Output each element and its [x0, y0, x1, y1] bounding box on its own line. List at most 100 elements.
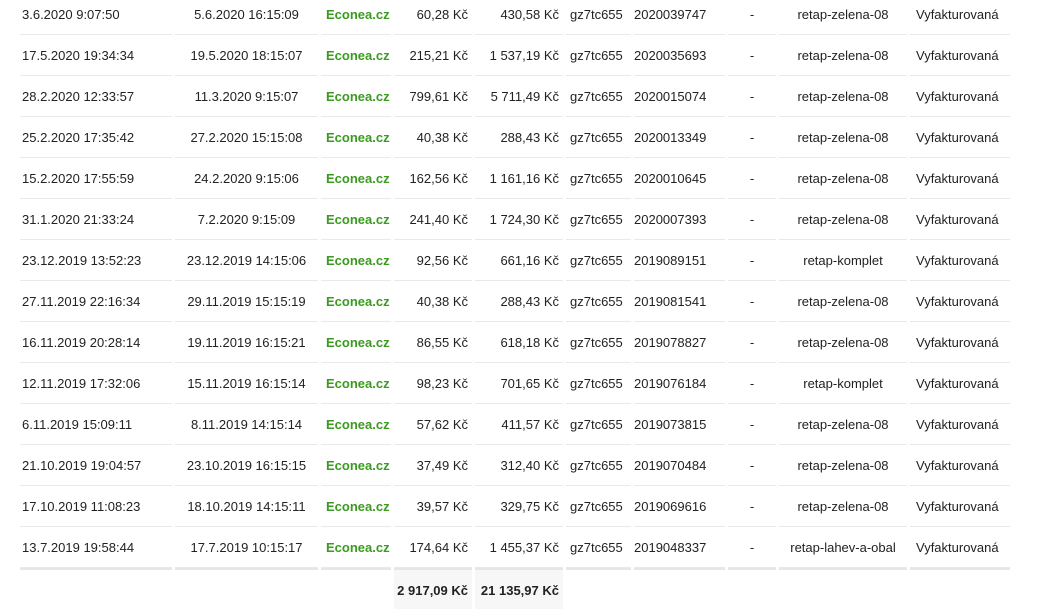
- commission-cell: 57,62 Kč: [394, 404, 472, 445]
- commission-cell: 162,56 Kč: [394, 158, 472, 199]
- table-body: 3.6.2020 9:07:50 5.6.2020 16:15:09 Econea.…: [20, 0, 1010, 568]
- campaign-cell: retap-zelena-08: [779, 281, 907, 322]
- approved-date-cell: 5.6.2020 16:15:09: [175, 0, 318, 35]
- affiliate-code-cell: gz7tc655: [566, 158, 631, 199]
- totals-empty-cell: [321, 568, 391, 609]
- note-cell: -: [728, 404, 776, 445]
- price-cell: 329,75 Kč: [475, 486, 563, 527]
- price-cell: 288,43 Kč: [475, 117, 563, 158]
- commission-cell: 98,23 Kč: [394, 363, 472, 404]
- approved-date-cell: 17.7.2019 10:15:17: [175, 527, 318, 568]
- price-cell: 5 711,49 Kč: [475, 76, 563, 117]
- status-cell: Vyfakturovaná: [910, 35, 1010, 76]
- affiliate-code-cell: gz7tc655: [566, 527, 631, 568]
- campaign-cell: retap-zelena-08: [779, 117, 907, 158]
- status-cell: Vyfakturovaná: [910, 363, 1010, 404]
- table-row: 25.2.2020 17:35:42 27.2.2020 15:15:08 Econ…: [20, 117, 1010, 158]
- approved-date-cell: 8.11.2019 14:15:14: [175, 404, 318, 445]
- commission-cell: 241,40 Kč: [394, 199, 472, 240]
- approved-date-cell: 19.5.2020 18:15:07: [175, 35, 318, 76]
- created-date-cell: 17.5.2020 19:34:34: [20, 35, 172, 76]
- campaign-cell: retap-zelena-08: [779, 486, 907, 527]
- campaign-cell: retap-komplet: [779, 240, 907, 281]
- created-date-cell: 27.11.2019 22:16:34: [20, 281, 172, 322]
- partner-cell: Econea.cz: [321, 158, 391, 199]
- commission-cell: 60,28 Kč: [394, 0, 472, 35]
- created-date-cell: 17.10.2019 11:08:23: [20, 486, 172, 527]
- commission-cell: 799,61 Kč: [394, 76, 472, 117]
- totals-empty-cell: [634, 568, 725, 609]
- partner-cell: Econea.cz: [321, 527, 391, 568]
- note-cell: -: [728, 158, 776, 199]
- note-cell: -: [728, 363, 776, 404]
- status-cell: Vyfakturovaná: [910, 199, 1010, 240]
- table-row: 17.10.2019 11:08:23 18.10.2019 14:15:11 Ec…: [20, 486, 1010, 527]
- commission-cell: 215,21 Kč: [394, 35, 472, 76]
- order-number-cell: 2019070484: [634, 445, 725, 486]
- order-number-cell: 2019069616: [634, 486, 725, 527]
- created-date-cell: 23.12.2019 13:52:23: [20, 240, 172, 281]
- commissions-table: 3.6.2020 9:07:50 5.6.2020 16:15:09 Econea.…: [17, 0, 1013, 609]
- partner-cell: Econea.cz: [321, 322, 391, 363]
- commission-cell: 92,56 Kč: [394, 240, 472, 281]
- price-cell: 430,58 Kč: [475, 0, 563, 35]
- partner-cell: Econea.cz: [321, 0, 391, 35]
- affiliate-code-cell: gz7tc655: [566, 76, 631, 117]
- table-row: 6.11.2019 15:09:11 8.11.2019 14:15:14 Econ…: [20, 404, 1010, 445]
- order-number-cell: 2020013349: [634, 117, 725, 158]
- price-cell: 411,57 Kč: [475, 404, 563, 445]
- table-row: 16.11.2019 20:28:14 19.11.2019 16:15:21 Ec…: [20, 322, 1010, 363]
- affiliate-code-cell: gz7tc655: [566, 281, 631, 322]
- created-date-cell: 28.2.2020 12:33:57: [20, 76, 172, 117]
- totals-row: 2 917,09 Kč 21 135,97 Kč: [20, 568, 1010, 609]
- note-cell: -: [728, 76, 776, 117]
- table-row: 31.1.2020 21:33:24 7.2.2020 9:15:09 Econea…: [20, 199, 1010, 240]
- status-cell: Vyfakturovaná: [910, 322, 1010, 363]
- campaign-cell: retap-zelena-08: [779, 322, 907, 363]
- approved-date-cell: 29.11.2019 15:15:19: [175, 281, 318, 322]
- campaign-cell: retap-zelena-08: [779, 404, 907, 445]
- order-number-cell: 2020039747: [634, 0, 725, 35]
- created-date-cell: 21.10.2019 19:04:57: [20, 445, 172, 486]
- totals-empty-cell: [728, 568, 776, 609]
- note-cell: -: [728, 486, 776, 527]
- status-cell: Vyfakturovaná: [910, 527, 1010, 568]
- commission-cell: 40,38 Kč: [394, 117, 472, 158]
- created-date-cell: 6.11.2019 15:09:11: [20, 404, 172, 445]
- price-cell: 1 724,30 Kč: [475, 199, 563, 240]
- table-row: 15.2.2020 17:55:59 24.2.2020 9:15:06 Econe…: [20, 158, 1010, 199]
- commission-cell: 86,55 Kč: [394, 322, 472, 363]
- note-cell: -: [728, 281, 776, 322]
- status-cell: Vyfakturovaná: [910, 76, 1010, 117]
- partner-cell: Econea.cz: [321, 240, 391, 281]
- affiliate-code-cell: gz7tc655: [566, 35, 631, 76]
- table-row: 21.10.2019 19:04:57 23.10.2019 16:15:15 Ec…: [20, 445, 1010, 486]
- created-date-cell: 16.11.2019 20:28:14: [20, 322, 172, 363]
- campaign-cell: retap-zelena-08: [779, 0, 907, 35]
- campaign-cell: retap-zelena-08: [779, 199, 907, 240]
- status-cell: Vyfakturovaná: [910, 281, 1010, 322]
- created-date-cell: 13.7.2019 19:58:44: [20, 527, 172, 568]
- price-cell: 661,16 Kč: [475, 240, 563, 281]
- affiliate-code-cell: gz7tc655: [566, 322, 631, 363]
- price-cell: 1 455,37 Kč: [475, 527, 563, 568]
- created-date-cell: 25.2.2020 17:35:42: [20, 117, 172, 158]
- campaign-cell: retap-zelena-08: [779, 445, 907, 486]
- commission-cell: 174,64 Kč: [394, 527, 472, 568]
- campaign-cell: retap-zelena-08: [779, 158, 907, 199]
- approved-date-cell: 27.2.2020 15:15:08: [175, 117, 318, 158]
- partner-cell: Econea.cz: [321, 486, 391, 527]
- approved-date-cell: 19.11.2019 16:15:21: [175, 322, 318, 363]
- total-commission: 2 917,09 Kč: [394, 568, 472, 609]
- status-cell: Vyfakturovaná: [910, 240, 1010, 281]
- commission-cell: 39,57 Kč: [394, 486, 472, 527]
- partner-cell: Econea.cz: [321, 281, 391, 322]
- order-number-cell: 2019081541: [634, 281, 725, 322]
- order-number-cell: 2020007393: [634, 199, 725, 240]
- note-cell: -: [728, 240, 776, 281]
- approved-date-cell: 23.10.2019 16:15:15: [175, 445, 318, 486]
- totals-empty-cell: [779, 568, 907, 609]
- approved-date-cell: 24.2.2020 9:15:06: [175, 158, 318, 199]
- affiliate-code-cell: gz7tc655: [566, 240, 631, 281]
- total-price: 21 135,97 Kč: [475, 568, 563, 609]
